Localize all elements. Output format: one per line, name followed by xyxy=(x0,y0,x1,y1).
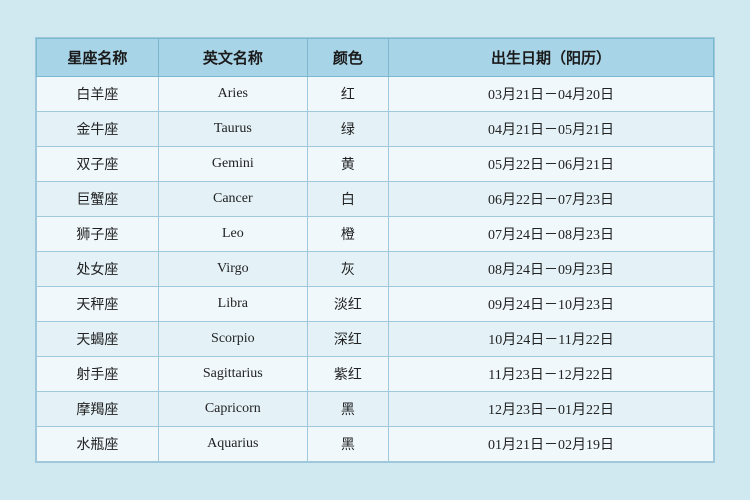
header-en: 英文名称 xyxy=(158,39,307,77)
table-row: 天秤座Libra淡红09月24日－10月23日 xyxy=(37,287,714,322)
cell-zh: 金牛座 xyxy=(37,112,159,147)
table-row: 射手座Sagittarius紫红11月23日－12月22日 xyxy=(37,357,714,392)
cell-date: 08月24日－09月23日 xyxy=(389,252,714,287)
cell-zh: 摩羯座 xyxy=(37,392,159,427)
table-header-row: 星座名称 英文名称 颜色 出生日期（阳历） xyxy=(37,39,714,77)
cell-date: 01月21日－02月19日 xyxy=(389,427,714,462)
cell-en: Cancer xyxy=(158,182,307,217)
cell-date: 04月21日－05月21日 xyxy=(389,112,714,147)
cell-zh: 水瓶座 xyxy=(37,427,159,462)
cell-en: Virgo xyxy=(158,252,307,287)
cell-zh: 射手座 xyxy=(37,357,159,392)
zodiac-table-container: 星座名称 英文名称 颜色 出生日期（阳历） 白羊座Aries红03月21日－04… xyxy=(35,37,715,463)
cell-en: Scorpio xyxy=(158,322,307,357)
table-row: 双子座Gemini黄05月22日－06月21日 xyxy=(37,147,714,182)
cell-zh: 白羊座 xyxy=(37,77,159,112)
cell-en: Gemini xyxy=(158,147,307,182)
table-row: 处女座Virgo灰08月24日－09月23日 xyxy=(37,252,714,287)
cell-color: 黑 xyxy=(307,427,388,462)
table-row: 摩羯座Capricorn黑12月23日－01月22日 xyxy=(37,392,714,427)
cell-date: 03月21日－04月20日 xyxy=(389,77,714,112)
cell-zh: 狮子座 xyxy=(37,217,159,252)
cell-date: 09月24日－10月23日 xyxy=(389,287,714,322)
cell-zh: 处女座 xyxy=(37,252,159,287)
cell-color: 橙 xyxy=(307,217,388,252)
cell-en: Aquarius xyxy=(158,427,307,462)
cell-en: Sagittarius xyxy=(158,357,307,392)
cell-date: 05月22日－06月21日 xyxy=(389,147,714,182)
cell-zh: 双子座 xyxy=(37,147,159,182)
header-date: 出生日期（阳历） xyxy=(389,39,714,77)
cell-zh: 巨蟹座 xyxy=(37,182,159,217)
cell-zh: 天秤座 xyxy=(37,287,159,322)
cell-date: 10月24日－11月22日 xyxy=(389,322,714,357)
cell-en: Taurus xyxy=(158,112,307,147)
table-row: 金牛座Taurus绿04月21日－05月21日 xyxy=(37,112,714,147)
cell-color: 黑 xyxy=(307,392,388,427)
cell-color: 淡红 xyxy=(307,287,388,322)
cell-zh: 天蝎座 xyxy=(37,322,159,357)
header-zh: 星座名称 xyxy=(37,39,159,77)
cell-date: 11月23日－12月22日 xyxy=(389,357,714,392)
table-row: 狮子座Leo橙07月24日－08月23日 xyxy=(37,217,714,252)
zodiac-table: 星座名称 英文名称 颜色 出生日期（阳历） 白羊座Aries红03月21日－04… xyxy=(36,38,714,462)
cell-color: 灰 xyxy=(307,252,388,287)
cell-en: Libra xyxy=(158,287,307,322)
cell-color: 绿 xyxy=(307,112,388,147)
cell-date: 12月23日－01月22日 xyxy=(389,392,714,427)
cell-color: 红 xyxy=(307,77,388,112)
cell-color: 深红 xyxy=(307,322,388,357)
cell-color: 白 xyxy=(307,182,388,217)
cell-en: Leo xyxy=(158,217,307,252)
cell-en: Capricorn xyxy=(158,392,307,427)
cell-date: 06月22日－07月23日 xyxy=(389,182,714,217)
table-row: 水瓶座Aquarius黑01月21日－02月19日 xyxy=(37,427,714,462)
cell-en: Aries xyxy=(158,77,307,112)
cell-color: 紫红 xyxy=(307,357,388,392)
cell-date: 07月24日－08月23日 xyxy=(389,217,714,252)
cell-color: 黄 xyxy=(307,147,388,182)
table-row: 天蝎座Scorpio深红10月24日－11月22日 xyxy=(37,322,714,357)
header-color: 颜色 xyxy=(307,39,388,77)
table-row: 白羊座Aries红03月21日－04月20日 xyxy=(37,77,714,112)
table-row: 巨蟹座Cancer白06月22日－07月23日 xyxy=(37,182,714,217)
